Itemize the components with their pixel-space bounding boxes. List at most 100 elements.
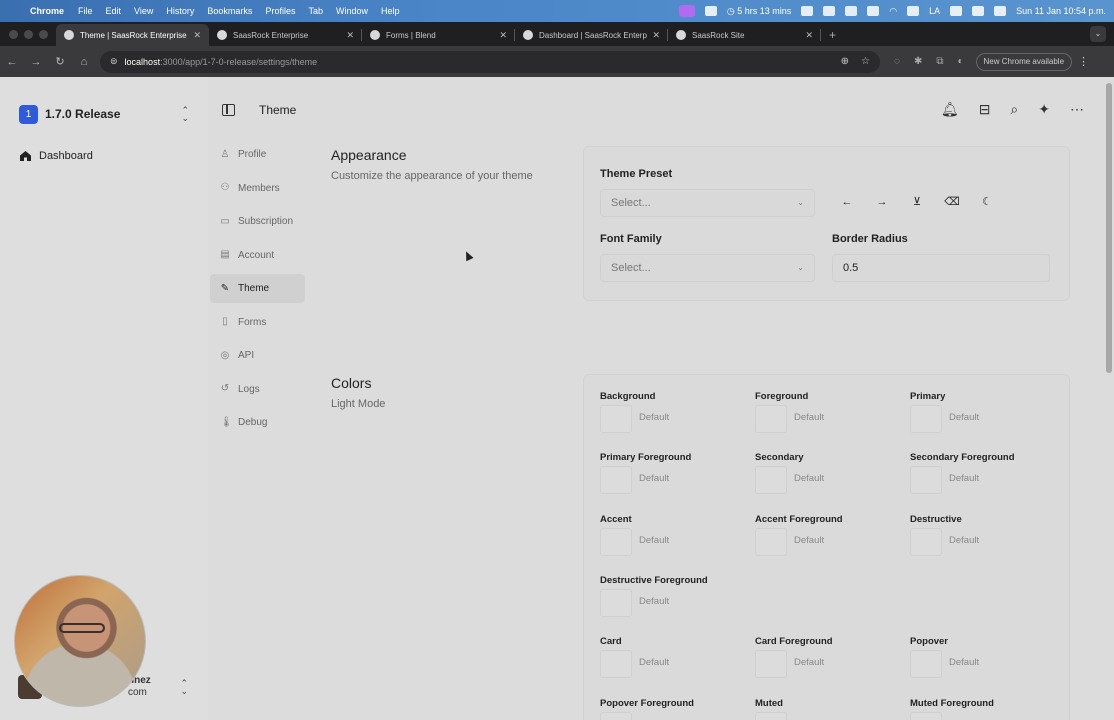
color-swatch[interactable] bbox=[755, 405, 787, 433]
profile-icon[interactable]: ◐ bbox=[957, 56, 963, 67]
previous-preset-button[interactable]: ← bbox=[834, 189, 860, 215]
theme-preset-select[interactable]: Select... ⌄ bbox=[600, 189, 815, 217]
color-swatch[interactable] bbox=[600, 711, 632, 720]
menu-bookmarks[interactable]: Bookmarks bbox=[207, 6, 252, 16]
color-default-value[interactable]: Default bbox=[794, 473, 824, 484]
menu-help[interactable]: Help bbox=[381, 6, 400, 16]
menu-window[interactable]: Window bbox=[336, 6, 368, 16]
color-swatch[interactable] bbox=[600, 527, 632, 556]
color-default-value[interactable]: Default bbox=[794, 535, 824, 546]
dark-mode-toggle[interactable]: ☾ bbox=[974, 189, 1000, 215]
settings-nav-debug[interactable]: 🌡︎ Debug bbox=[210, 408, 305, 437]
color-swatch[interactable] bbox=[755, 527, 787, 556]
bell-icon[interactable]: 🔔︎ bbox=[941, 101, 959, 118]
browser-tab-theme[interactable]: Theme | SaasRock Enterprise ✕ bbox=[56, 24, 209, 46]
site-info-icon[interactable]: ⊜ bbox=[110, 56, 118, 67]
battery-icon[interactable] bbox=[845, 6, 858, 16]
zoom-icon[interactable]: ⊕ bbox=[841, 56, 849, 67]
control-center-icon[interactable] bbox=[950, 6, 963, 16]
import-theme-button[interactable]: ⊻ bbox=[904, 189, 930, 215]
chrome-menu-icon[interactable]: ⋮ bbox=[1078, 55, 1089, 68]
briefcase-icon[interactable]: ⊟ bbox=[979, 101, 991, 118]
color-default-value[interactable]: Default bbox=[639, 535, 669, 546]
menu-profiles[interactable]: Profiles bbox=[265, 6, 295, 16]
settings-nav-members[interactable]: ⚇ Members bbox=[210, 174, 305, 203]
new-chrome-available-button[interactable]: New Chrome available bbox=[975, 52, 1073, 71]
menubar-datetime[interactable]: Sun 11 Jan 10:54 p.m. bbox=[1016, 6, 1106, 16]
color-swatch[interactable] bbox=[910, 650, 942, 679]
color-default-value[interactable]: Default bbox=[639, 473, 669, 484]
settings-nav-account[interactable]: ▤ Account bbox=[210, 241, 305, 270]
control-icon[interactable] bbox=[801, 6, 814, 16]
pin-icon[interactable] bbox=[867, 6, 880, 16]
new-tab-icon[interactable]: + bbox=[821, 28, 844, 46]
close-tab-icon[interactable]: ✕ bbox=[346, 30, 354, 41]
settings-nav-subscription[interactable]: ▭ Subscription bbox=[210, 207, 305, 236]
battery-time[interactable]: ◷ 5 hrs 13 mins bbox=[727, 6, 791, 17]
color-swatch[interactable] bbox=[600, 466, 632, 495]
font-family-select[interactable]: Select... ⌄ bbox=[600, 254, 815, 282]
color-swatch[interactable] bbox=[755, 466, 787, 495]
close-tab-icon[interactable]: ✕ bbox=[805, 30, 813, 41]
forward-icon[interactable]: → bbox=[24, 56, 48, 68]
menu-edit[interactable]: Edit bbox=[106, 6, 122, 16]
close-tab-icon[interactable]: ✕ bbox=[499, 30, 507, 41]
menu-tab[interactable]: Tab bbox=[308, 6, 323, 16]
sidebar-toggle-icon[interactable] bbox=[222, 104, 235, 116]
minimize-window-icon[interactable] bbox=[24, 29, 33, 39]
color-swatch[interactable] bbox=[755, 650, 787, 679]
siri-icon[interactable] bbox=[994, 6, 1007, 16]
close-window-icon[interactable] bbox=[9, 29, 18, 39]
menu-file[interactable]: File bbox=[78, 6, 93, 16]
color-swatch[interactable] bbox=[910, 527, 942, 556]
color-default-value[interactable]: Default bbox=[949, 657, 979, 668]
color-default-value[interactable]: Default bbox=[794, 412, 824, 423]
settings-nav-api[interactable]: ◎ API bbox=[210, 341, 305, 370]
color-swatch[interactable] bbox=[600, 588, 632, 617]
color-swatch[interactable] bbox=[600, 405, 632, 433]
address-bar[interactable]: ⊜ localhost:3000/app/1-7-0-release/setti… bbox=[100, 50, 880, 73]
extension-1-icon[interactable]: ◌ bbox=[894, 56, 900, 67]
color-default-value[interactable]: Default bbox=[949, 473, 979, 484]
settings-nav-theme[interactable]: ✎ Theme bbox=[210, 274, 305, 303]
close-tab-icon[interactable]: ✕ bbox=[193, 30, 201, 41]
settings-nav-profile[interactable]: ♙ Profile bbox=[210, 140, 305, 169]
color-default-value[interactable]: Default bbox=[794, 657, 824, 668]
wifi-icon[interactable]: ◠ bbox=[889, 6, 897, 17]
menubar-app-name[interactable]: Chrome bbox=[30, 6, 64, 16]
next-preset-button[interactable]: → bbox=[869, 189, 895, 215]
reload-icon[interactable]: ↻ bbox=[48, 55, 72, 68]
sidebar-item-dashboard[interactable]: Dashboard bbox=[20, 150, 93, 162]
color-swatch[interactable] bbox=[600, 650, 632, 679]
shield-icon[interactable] bbox=[704, 6, 717, 16]
page-scrollbar[interactable] bbox=[1106, 83, 1112, 373]
color-default-value[interactable]: Default bbox=[639, 657, 669, 668]
screen-record-icon[interactable] bbox=[678, 5, 695, 17]
bookmark-star-icon[interactable]: ☆ bbox=[861, 56, 870, 67]
back-icon[interactable]: ← bbox=[0, 56, 24, 68]
cloud-icon[interactable] bbox=[823, 6, 836, 16]
extension-2-icon[interactable]: ✱ bbox=[914, 56, 922, 67]
color-default-value[interactable]: Default bbox=[949, 535, 979, 546]
search-icon[interactable]: ⌕ bbox=[1010, 101, 1018, 118]
extensions-puzzle-icon[interactable]: ⧉ bbox=[936, 56, 943, 67]
sparkles-icon[interactable]: ✦ bbox=[1038, 101, 1050, 118]
search-menubar-icon[interactable] bbox=[907, 6, 920, 16]
browser-tab-forms[interactable]: Forms | Blend ✕ bbox=[362, 24, 515, 46]
close-tab-icon[interactable]: ✕ bbox=[652, 30, 660, 41]
border-radius-input[interactable]: 0.5 bbox=[832, 254, 1050, 282]
color-swatch[interactable] bbox=[910, 405, 942, 433]
settings-nav-logs[interactable]: ↺ Logs bbox=[210, 375, 305, 404]
color-default-value[interactable]: Default bbox=[639, 412, 669, 423]
reset-theme-button[interactable]: ⌫ bbox=[939, 189, 965, 215]
workspace-switcher[interactable]: 1 1.7.0 Release ⌃ ⌄ bbox=[19, 104, 189, 124]
browser-tab-dashboard[interactable]: Dashboard | SaasRock Enterp ✕ bbox=[515, 24, 668, 46]
input-source[interactable]: LA bbox=[929, 6, 940, 16]
color-default-value[interactable]: Default bbox=[949, 412, 979, 423]
home-icon[interactable]: ⌂ bbox=[72, 56, 96, 68]
zoom-window-icon[interactable] bbox=[39, 29, 48, 39]
color-default-value[interactable]: Default bbox=[639, 596, 669, 607]
menu-view[interactable]: View bbox=[134, 6, 153, 16]
color-swatch[interactable] bbox=[910, 466, 942, 495]
browser-tab-saasrock[interactable]: SaasRock Enterprise ✕ bbox=[209, 24, 362, 46]
